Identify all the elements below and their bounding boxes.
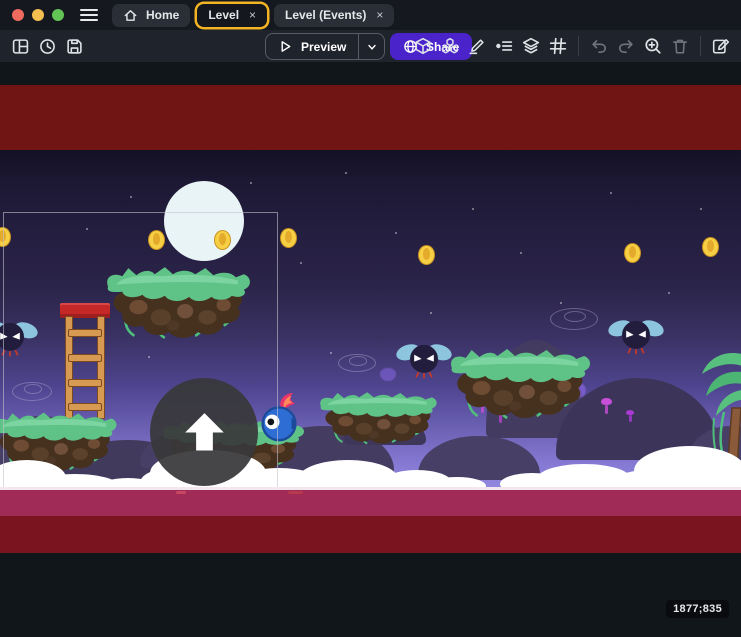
toolbar-divider xyxy=(578,36,579,56)
ground-magenta-band xyxy=(0,490,741,516)
up-arrow-icon xyxy=(171,399,238,466)
home-icon xyxy=(123,8,138,23)
redo-icon[interactable] xyxy=(614,34,638,58)
save-icon[interactable] xyxy=(62,34,86,58)
object-cube-icon[interactable] xyxy=(411,34,435,58)
coin-sprite[interactable] xyxy=(418,245,435,265)
tab-label: Level (Events) xyxy=(285,8,366,22)
ufo-outline-decoration xyxy=(550,308,598,330)
ground-dark-red-band xyxy=(0,516,741,553)
floating-island-platform[interactable] xyxy=(316,390,440,448)
star xyxy=(250,182,252,184)
floating-island-platform[interactable] xyxy=(446,346,594,424)
toolbar-divider xyxy=(700,36,701,56)
scene-properties-icon[interactable] xyxy=(709,34,733,58)
menu-icon[interactable] xyxy=(80,9,98,21)
coin-sprite[interactable] xyxy=(624,243,641,263)
toolbar-left-group xyxy=(8,34,86,58)
level-background-red-band xyxy=(0,85,741,150)
star xyxy=(430,312,432,314)
star xyxy=(472,208,474,210)
fly-enemy-sprite[interactable] xyxy=(608,310,664,356)
tab-label: Level xyxy=(208,8,239,22)
star xyxy=(345,172,347,174)
tab-strip: Home Level × Level (Events) × xyxy=(112,4,394,27)
ground-mark xyxy=(288,491,303,494)
ground-mark xyxy=(176,491,186,494)
star xyxy=(330,352,332,354)
glow-mushroom xyxy=(601,398,612,414)
ufo-outline-decoration xyxy=(338,354,376,372)
close-window-button[interactable] xyxy=(12,9,24,21)
star xyxy=(395,232,397,234)
coin-sprite[interactable] xyxy=(702,237,719,257)
tab-home[interactable]: Home xyxy=(112,4,190,27)
undo-icon[interactable] xyxy=(587,34,611,58)
toolbar-right-group xyxy=(411,34,733,58)
gdevelop-editor-window: Home Level × Level (Events) × xyxy=(0,0,741,637)
preview-label: Preview xyxy=(301,40,346,54)
instances-list-icon[interactable] xyxy=(492,34,516,58)
preview-options-button[interactable] xyxy=(358,34,384,59)
chevron-down-icon xyxy=(366,41,378,53)
star xyxy=(520,252,522,254)
star xyxy=(610,192,612,194)
star xyxy=(130,196,132,198)
window-controls xyxy=(12,9,64,21)
zoom-in-icon[interactable] xyxy=(641,34,665,58)
touch-up-arrow-button[interactable] xyxy=(150,378,258,486)
tab-level[interactable]: Level × xyxy=(197,4,267,27)
glow-mushroom xyxy=(626,410,634,422)
zoom-window-button[interactable] xyxy=(52,9,64,21)
minimize-window-button[interactable] xyxy=(32,9,44,21)
fly-enemy-sprite[interactable] xyxy=(396,334,452,380)
tab-level-events[interactable]: Level (Events) × xyxy=(274,4,394,27)
grid-icon[interactable] xyxy=(546,34,570,58)
trash-icon[interactable] xyxy=(668,34,692,58)
close-tab-icon[interactable]: × xyxy=(376,8,383,22)
edit-icon[interactable] xyxy=(465,34,489,58)
scene-canvas[interactable] xyxy=(0,0,741,637)
cursor-coordinates-badge: 1877;835 xyxy=(666,600,729,618)
play-icon xyxy=(278,39,293,54)
history-icon[interactable] xyxy=(35,34,59,58)
toolbar: Preview Share xyxy=(0,30,741,62)
star xyxy=(560,302,562,304)
panels-icon[interactable] xyxy=(8,34,32,58)
tab-label: Home xyxy=(146,8,179,22)
close-tab-icon[interactable]: × xyxy=(249,8,256,22)
star xyxy=(700,208,702,210)
tab-bar: Home Level × Level (Events) × xyxy=(0,0,741,30)
star xyxy=(668,292,670,294)
layers-icon[interactable] xyxy=(519,34,543,58)
preview-button[interactable]: Preview xyxy=(266,34,358,59)
star xyxy=(300,262,302,264)
coin-sprite[interactable] xyxy=(280,228,297,248)
glow-mushroom xyxy=(380,368,396,381)
object-groups-icon[interactable] xyxy=(438,34,462,58)
preview-button-group: Preview xyxy=(265,33,385,60)
